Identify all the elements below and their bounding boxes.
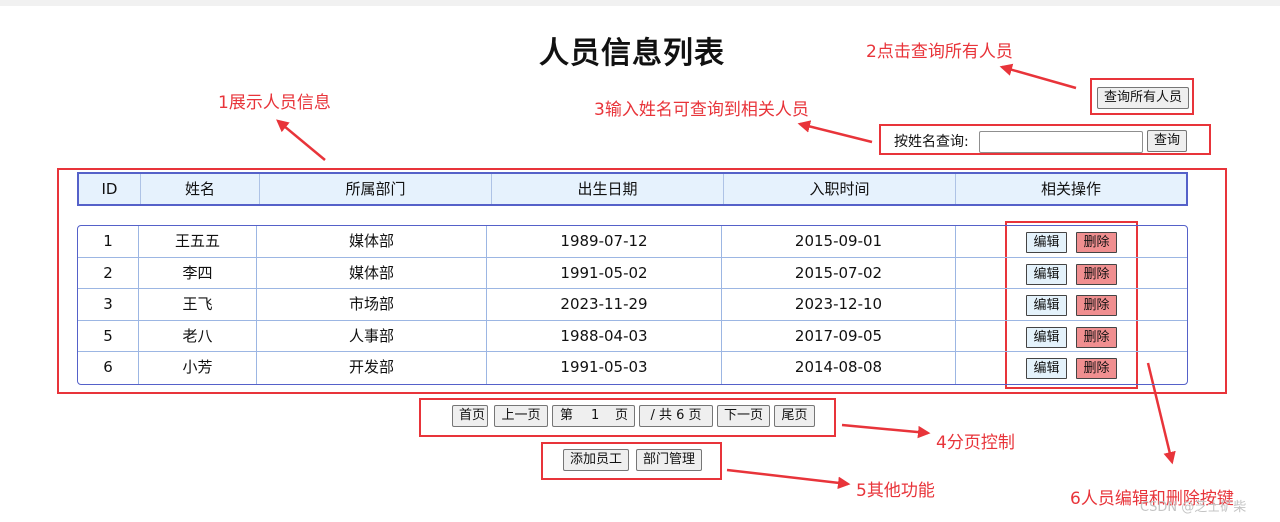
total-pages-label: / 共 6 页 <box>639 405 713 427</box>
cell-department: 开发部 <box>257 352 487 384</box>
cell-operations: 编辑 删除 <box>956 258 1186 289</box>
arrow-4 <box>841 423 931 439</box>
arrow-5 <box>726 468 851 490</box>
delete-button[interactable]: 删除 <box>1076 295 1117 316</box>
table-row: 3 王飞 市场部 2023-11-29 2023-12-10 编辑 删除 <box>78 289 1187 321</box>
cell-birth-date: 1988-04-03 <box>487 320 722 351</box>
cell-id: 5 <box>78 320 139 351</box>
cell-operations: 编辑 删除 <box>956 321 1186 352</box>
cell-operations: 编辑 删除 <box>956 226 1186 257</box>
header-id: ID <box>79 174 141 204</box>
cell-hire-date: 2014-08-08 <box>722 352 956 384</box>
edit-button[interactable]: 编辑 <box>1026 358 1067 379</box>
cell-hire-date: 2023-12-10 <box>722 289 956 320</box>
cell-birth-date: 1991-05-03 <box>487 352 722 384</box>
cell-department: 市场部 <box>257 289 487 320</box>
delete-button[interactable]: 删除 <box>1076 263 1117 285</box>
edit-button[interactable]: 编辑 <box>1026 263 1067 285</box>
query-all-button[interactable]: 查询所有人员 <box>1097 87 1190 109</box>
next-page-button[interactable]: 下一页 <box>717 405 770 427</box>
edit-button[interactable]: 编辑 <box>1026 232 1067 253</box>
current-page-number[interactable]: 1 <box>591 406 599 426</box>
department-manage-button[interactable]: 部门管理 <box>636 449 702 471</box>
page-indicator: 第 1 页 <box>552 405 635 427</box>
header-department: 所属部门 <box>260 174 492 204</box>
table-header: ID 姓名 所属部门 出生日期 入职时间 相关操作 <box>77 172 1188 206</box>
cell-birth-date: 1991-05-02 <box>487 257 722 288</box>
arrow-2 <box>999 63 1077 90</box>
header-birth-date: 出生日期 <box>492 174 724 204</box>
cell-hire-date: 2015-07-02 <box>722 257 956 288</box>
cell-department: 人事部 <box>257 320 487 351</box>
first-page-button[interactable]: 首页 <box>452 405 488 427</box>
name-search-input[interactable] <box>979 131 1143 153</box>
delete-button[interactable]: 删除 <box>1076 232 1117 253</box>
cell-name: 李四 <box>139 257 257 288</box>
search-button[interactable]: 查询 <box>1147 130 1188 152</box>
cell-id: 3 <box>78 289 139 320</box>
cell-id: 6 <box>78 352 139 384</box>
last-page-button[interactable]: 尾页 <box>774 405 815 427</box>
cell-operations: 编辑 删除 <box>956 352 1186 384</box>
arrow-1 <box>276 119 326 161</box>
edit-button[interactable]: 编辑 <box>1026 326 1067 348</box>
cell-department: 媒体部 <box>257 257 487 288</box>
cell-birth-date: 1989-07-12 <box>487 226 722 257</box>
table-row: 1 王五五 媒体部 1989-07-12 2015-09-01 编辑 删除 <box>78 226 1187 258</box>
table-row: 6 小芳 开发部 1991-05-03 2014-08-08 编辑 删除 <box>78 352 1187 384</box>
header-name: 姓名 <box>141 174 260 204</box>
delete-button[interactable]: 删除 <box>1076 358 1117 379</box>
cell-operations: 编辑 删除 <box>956 289 1186 320</box>
prev-page-button[interactable]: 上一页 <box>494 405 548 427</box>
table-row: 2 李四 媒体部 1991-05-02 2015-07-02 编辑 删除 <box>78 257 1187 289</box>
cell-hire-date: 2015-09-01 <box>722 226 956 257</box>
cell-hire-date: 2017-09-05 <box>722 320 956 351</box>
arrow-3 <box>797 120 873 144</box>
table-body: 1 王五五 媒体部 1989-07-12 2015-09-01 编辑 删除 2 … <box>77 225 1188 385</box>
delete-button[interactable]: 删除 <box>1076 326 1117 348</box>
cell-id: 1 <box>78 226 139 257</box>
cell-name: 王五五 <box>139 226 257 257</box>
add-employee-button[interactable]: 添加员工 <box>563 449 629 471</box>
page-suffix: 页 <box>615 408 629 423</box>
cell-id: 2 <box>78 257 139 288</box>
header-hire-date: 入职时间 <box>724 174 956 204</box>
cell-name: 王飞 <box>139 289 257 320</box>
page-prefix: 第 <box>560 408 574 423</box>
table-row: 5 老八 人事部 1988-04-03 2017-09-05 编辑 删除 <box>78 320 1187 352</box>
cell-name: 老八 <box>139 320 257 351</box>
watermark: CSDN @芝士矿柴 <box>1140 500 1247 515</box>
cell-department: 媒体部 <box>257 226 487 257</box>
cell-name: 小芳 <box>139 352 257 384</box>
cell-birth-date: 2023-11-29 <box>487 289 722 320</box>
search-label: 按姓名查询: <box>894 134 969 150</box>
header-operations: 相关操作 <box>1040 180 1101 198</box>
edit-button[interactable]: 编辑 <box>1026 295 1067 316</box>
